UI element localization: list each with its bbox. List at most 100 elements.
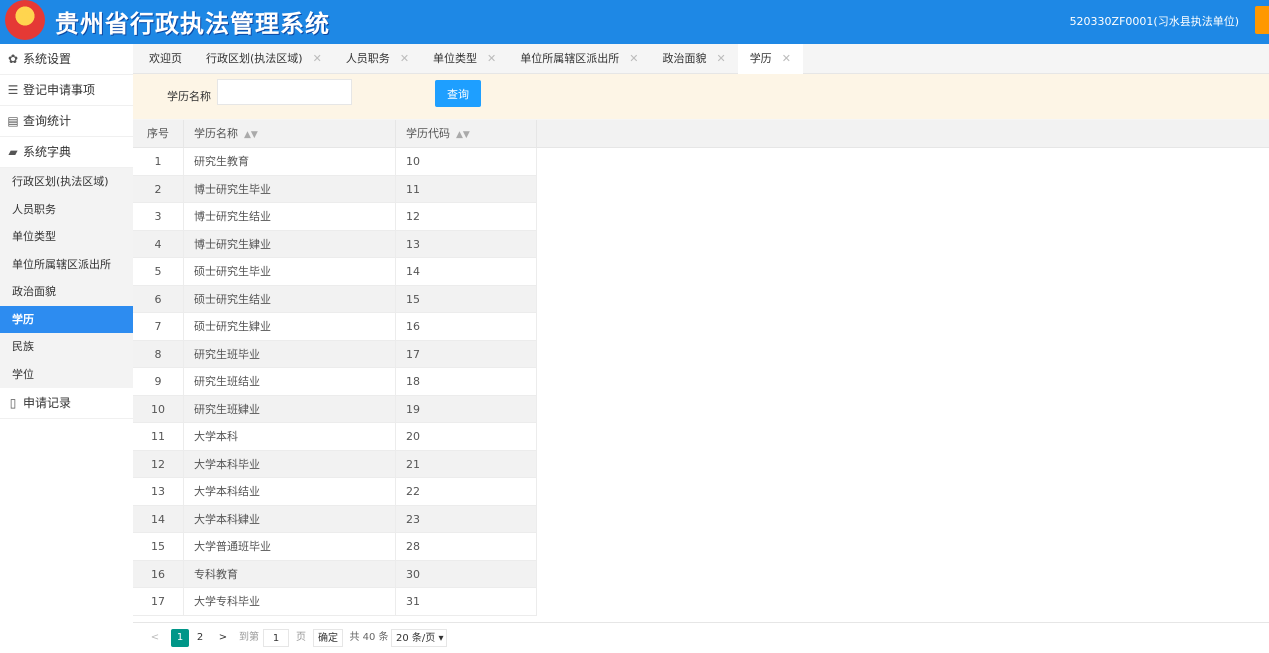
cell-education-name: 大学本科毕业 — [184, 450, 396, 478]
sidebar-item-staff-position[interactable]: 人员职务 — [0, 195, 133, 223]
cell-index: 16 — [133, 560, 184, 588]
tab-label: 行政区划(执法区域) — [206, 52, 303, 65]
table-row[interactable]: 14 大学本科肄业 23 — [133, 505, 537, 533]
next-page-icon[interactable]: > — [217, 629, 229, 647]
table-row[interactable]: 17 大学专科毕业 31 — [133, 588, 537, 616]
table-row[interactable]: 16 专科教育 30 — [133, 560, 537, 588]
sidebar-item-political-status[interactable]: 政治面貌 — [0, 278, 133, 306]
tab-unit-type[interactable]: 单位类型 ✕ — [421, 44, 508, 74]
data-table: 序号 学历名称 ▲▼ 学历代码 ▲▼ 1 研究生教育 10 2 博士研究生毕业 11 3 博士研究… — [133, 120, 1269, 622]
tab-label: 欢迎页 — [149, 52, 182, 65]
column-header-name[interactable]: 学历名称 ▲▼ — [184, 120, 396, 148]
tab-welcome[interactable]: 欢迎页 — [137, 44, 194, 74]
tab-education[interactable]: 学历 ✕ — [737, 44, 803, 74]
sort-icon[interactable]: ▲▼ — [244, 130, 258, 140]
sidebar-group-query-stats[interactable]: ▤ 查询统计 — [0, 106, 133, 137]
tab-police-station[interactable]: 单位所属辖区派出所 ✕ — [508, 44, 650, 74]
sidebar-group-system-dict[interactable]: ▰ 系统字典 — [0, 137, 133, 168]
cell-education-name: 博士研究生结业 — [184, 203, 396, 230]
cell-education-name: 大学本科肄业 — [184, 505, 396, 533]
table-row[interactable]: 2 博士研究生毕业 11 — [133, 175, 537, 203]
sort-icon[interactable]: ▲▼ — [456, 130, 470, 140]
cell-index: 2 — [133, 175, 184, 203]
cell-education-code: 18 — [396, 368, 537, 395]
close-icon[interactable]: ✕ — [716, 52, 725, 65]
page-button-1[interactable]: 1 — [171, 629, 189, 647]
table-row[interactable]: 15 大学普通班毕业 28 — [133, 533, 537, 561]
cell-index: 10 — [133, 395, 184, 423]
book-icon: ▰ — [8, 145, 18, 159]
cell-education-code: 16 — [396, 313, 537, 340]
table-row[interactable]: 8 研究生班毕业 17 — [133, 340, 537, 368]
cell-index: 7 — [133, 313, 184, 340]
page-button-2[interactable]: 2 — [193, 629, 207, 647]
table-row[interactable]: 11 大学本科 20 — [133, 423, 537, 451]
sidebar: ✿ 系统设置 ☰ 登记申请事项 ▤ 查询统计 ▰ 系统字典 行政区划(执法区域) 人员职… — [0, 44, 133, 653]
table-row[interactable]: 13 大学本科结业 22 — [133, 478, 537, 506]
query-button[interactable]: 查询 — [435, 80, 481, 107]
sidebar-group-application-records[interactable]: ▯ 申请记录 — [0, 388, 133, 419]
table-row[interactable]: 3 博士研究生结业 12 — [133, 203, 537, 231]
page-unit-label: 页 — [296, 632, 306, 643]
cell-education-code: 31 — [396, 588, 537, 615]
tab-label: 单位所属辖区派出所 — [520, 52, 620, 65]
sidebar-item-police-station[interactable]: 单位所属辖区派出所 — [0, 250, 133, 278]
column-header-code[interactable]: 学历代码 ▲▼ — [396, 120, 537, 148]
cell-education-code: 11 — [396, 175, 537, 203]
cell-index: 9 — [133, 368, 184, 395]
close-icon[interactable]: ✕ — [629, 52, 638, 65]
close-icon[interactable]: ✕ — [313, 52, 322, 65]
tab-admin-division[interactable]: 行政区划(执法区域) ✕ — [194, 44, 334, 74]
page-size-select[interactable]: 20 条/页 ▾ — [391, 629, 447, 647]
table-row[interactable]: 5 硕士研究生毕业 14 — [133, 258, 537, 286]
close-icon[interactable]: ✕ — [782, 52, 791, 65]
cell-education-name: 博士研究生肄业 — [184, 230, 396, 258]
table-row[interactable]: 4 博士研究生肄业 13 — [133, 230, 537, 258]
sidebar-group-system-settings[interactable]: ✿ 系统设置 — [0, 44, 133, 75]
cell-education-code: 17 — [396, 340, 537, 368]
close-icon[interactable]: ✕ — [400, 52, 409, 65]
prev-page-icon[interactable]: < — [149, 629, 161, 647]
tab-staff-position[interactable]: 人员职务 ✕ — [334, 44, 421, 74]
sidebar-group-label: 查询统计 — [23, 114, 72, 128]
sidebar-item-education[interactable]: 学历 — [0, 305, 133, 333]
header-menu-button[interactable] — [1255, 6, 1269, 34]
cell-education-name: 大学本科结业 — [184, 478, 396, 505]
sidebar-group-register-items[interactable]: ☰ 登记申请事项 — [0, 75, 133, 106]
cell-education-code: 14 — [396, 258, 537, 285]
table-row[interactable]: 7 硕士研究生肄业 16 — [133, 313, 537, 341]
table-row[interactable]: 10 研究生班肄业 19 — [133, 395, 537, 423]
close-icon[interactable]: ✕ — [487, 52, 496, 65]
table-row[interactable]: 12 大学本科毕业 21 — [133, 450, 537, 478]
cell-education-name: 硕士研究生结业 — [184, 285, 396, 313]
cell-education-name: 硕士研究生毕业 — [184, 258, 396, 285]
cell-index: 15 — [133, 533, 184, 560]
cell-index: 11 — [133, 423, 184, 450]
goto-confirm-button[interactable]: 确定 — [313, 629, 343, 647]
sidebar-group-label: 申请记录 — [23, 396, 72, 410]
education-name-input[interactable] — [217, 79, 352, 105]
search-bar: 学历名称 查询 — [133, 74, 1269, 119]
total-count: 共 40 条 — [349, 632, 389, 643]
cell-index: 6 — [133, 285, 184, 313]
table-header: 序号 学历名称 ▲▼ 学历代码 ▲▼ — [133, 120, 1269, 148]
table-row[interactable]: 1 研究生教育 10 — [133, 148, 537, 176]
sidebar-item-degree[interactable]: 学位 — [0, 360, 133, 388]
table-row[interactable]: 9 研究生班结业 18 — [133, 368, 537, 396]
goto-page-input[interactable]: 1 — [263, 629, 289, 647]
sidebar-item-ethnicity[interactable]: 民族 — [0, 333, 133, 361]
main-content: 欢迎页 行政区划(执法区域) ✕ 人员职务 ✕ 单位类型 ✕ 单位所属辖区派出所 ✕ 政… — [133, 44, 1269, 653]
tab-label: 政治面貌 — [662, 52, 707, 65]
cell-education-code: 22 — [396, 478, 537, 505]
app-header: ★ 贵州省行政执法管理系统 520330ZF0001(习水县执法单位) — [0, 0, 1269, 44]
cell-education-code: 28 — [396, 533, 537, 560]
table-row[interactable]: 6 硕士研究生结业 15 — [133, 285, 537, 313]
cell-index: 1 — [133, 148, 184, 175]
current-user[interactable]: 520330ZF0001(习水县执法单位) — [1070, 13, 1239, 29]
cell-education-name: 大学普通班毕业 — [184, 533, 396, 560]
sidebar-item-admin-division[interactable]: 行政区划(执法区域) — [0, 168, 133, 196]
sidebar-item-unit-type[interactable]: 单位类型 — [0, 223, 133, 251]
tab-political-status[interactable]: 政治面貌 ✕ — [650, 44, 737, 74]
column-header-label: 学历代码 — [406, 127, 450, 140]
cell-education-name: 博士研究生毕业 — [184, 175, 396, 203]
